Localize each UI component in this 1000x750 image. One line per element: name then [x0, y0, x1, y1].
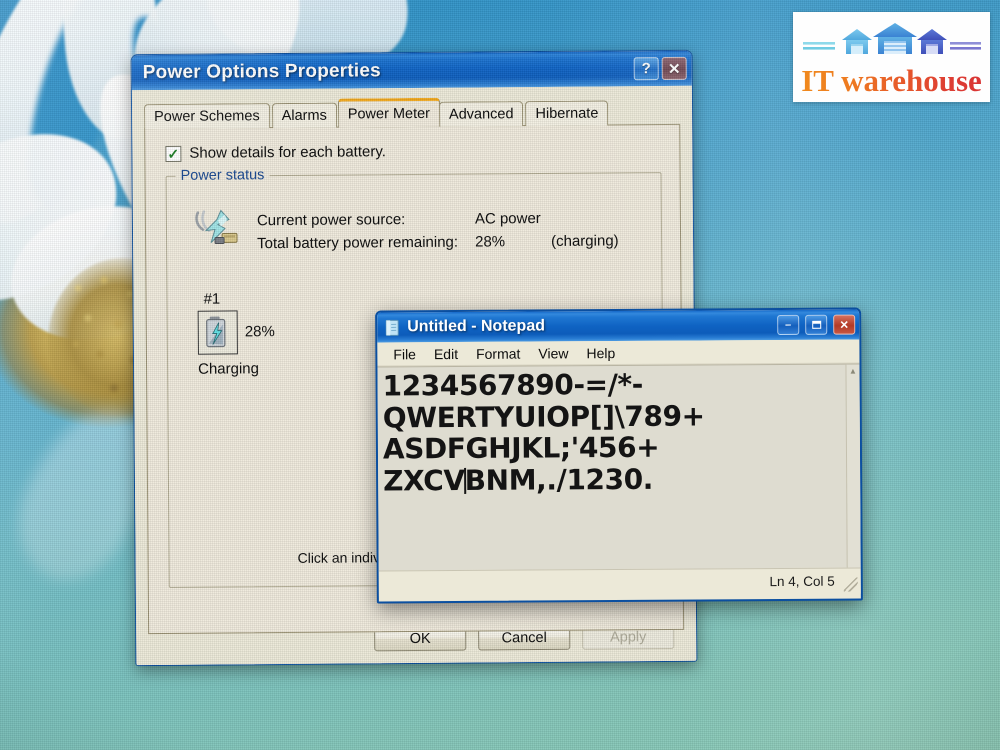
maximize-icon[interactable]	[805, 314, 828, 335]
notepad-titlebar[interactable]: Untitled - Notepad – ✕	[377, 309, 860, 343]
left-lines	[802, 42, 835, 50]
battery-charging-icon	[206, 316, 226, 347]
maximize-glyph	[811, 320, 821, 329]
notepad-title: Untitled - Notepad	[407, 317, 546, 336]
current-power-source-value: AC power	[474, 210, 541, 228]
notepad-window[interactable]: Untitled - Notepad – ✕ File Edit Format …	[375, 307, 863, 604]
tab-power-meter[interactable]: Power Meter	[337, 97, 441, 128]
menu-edit[interactable]: Edit	[425, 343, 467, 363]
notepad-vertical-scrollbar[interactable]: ▲	[845, 364, 861, 568]
right-lines	[949, 42, 981, 50]
menu-format[interactable]: Format	[467, 343, 529, 363]
show-details-label: Show details for each battery.	[189, 143, 386, 162]
text-line-4-before-caret: ZXCV	[383, 463, 465, 498]
notepad-menubar: File Edit Format View Help	[377, 339, 860, 367]
menu-file[interactable]: File	[384, 344, 425, 364]
current-power-source-label: Current power source:	[256, 211, 406, 230]
house-right	[916, 29, 947, 54]
tab-alarms[interactable]: Alarms	[271, 102, 337, 129]
battery-1-row: 28%	[197, 309, 318, 355]
power-dialog-titlebar[interactable]: Power Options Properties ? ✕	[131, 50, 692, 91]
power-status-legend: Power status	[175, 167, 270, 184]
power-dialog-title: Power Options Properties	[142, 59, 381, 83]
notepad-document-icon	[385, 319, 399, 336]
tab-bar: Power Schemes Alarms Power Meter Advance…	[143, 96, 680, 130]
show-details-checkbox[interactable]: ✓	[165, 145, 182, 162]
it-warehouse-watermark-logo: IT warehouse	[793, 12, 990, 102]
battery-charging-note: (charging)	[551, 232, 619, 251]
text-line-4-after-caret: BNM,./1230.	[464, 462, 654, 497]
ac-adapter-icon	[195, 209, 238, 245]
monitor-screen-photo: Power Options Properties ? ✕ Power Schem…	[0, 0, 1000, 750]
resize-grip[interactable]	[843, 577, 858, 592]
battery-1-icon-button[interactable]	[197, 309, 238, 355]
menu-view[interactable]: View	[529, 343, 577, 363]
battery-1-number: #1	[203, 290, 221, 308]
text-line-4: ZXCVBNM,./1230.	[383, 462, 858, 498]
text-line-1: 1234567890-=/*-	[382, 367, 644, 403]
battery-1-state: Charging	[198, 359, 260, 378]
scroll-up-icon[interactable]: ▲	[846, 365, 859, 378]
battery-remaining-value: 28%	[475, 233, 506, 251]
power-source-status: Current power source: AC power Total bat…	[191, 203, 649, 256]
power-status-lines: Current power source: AC power Total bat…	[257, 203, 619, 255]
battery-remaining-label: Total battery power remaining:	[257, 233, 459, 253]
notepad-text-area[interactable]: 1234567890-=/*- QWERTYUIOP[]\789+ ASDFGH…	[377, 363, 861, 571]
cursor-position-status: Ln 4, Col 5	[769, 573, 835, 590]
battery-1-percent: 28%	[244, 323, 275, 341]
minimize-icon[interactable]: –	[777, 314, 800, 336]
tab-power-schemes[interactable]: Power Schemes	[143, 103, 270, 130]
close-icon[interactable]: ✕	[833, 314, 856, 335]
menu-help[interactable]: Help	[577, 342, 624, 362]
text-line-2: QWERTYUIOP[]\789+	[382, 399, 705, 435]
house-left	[841, 29, 872, 54]
text-line-3: ASDFGHJKL;'456+	[382, 431, 660, 466]
battery-remaining-row: Total battery power remaining: 28% (char…	[257, 230, 619, 256]
current-power-source-row: Current power source: AC power	[257, 206, 619, 232]
warehouse-houses-icon	[802, 23, 981, 54]
tab-hibernate[interactable]: Hibernate	[525, 100, 609, 127]
show-details-row[interactable]: ✓ Show details for each battery.	[165, 141, 665, 162]
close-icon[interactable]: ✕	[661, 56, 687, 81]
notepad-statusbar: Ln 4, Col 5	[378, 567, 861, 597]
logo-text: IT warehouse	[801, 63, 982, 98]
tab-advanced[interactable]: Advanced	[438, 101, 524, 127]
help-icon[interactable]: ?	[633, 57, 659, 81]
battery-1-block[interactable]: #1 28% Charging	[197, 289, 318, 377]
house-center	[872, 23, 917, 54]
